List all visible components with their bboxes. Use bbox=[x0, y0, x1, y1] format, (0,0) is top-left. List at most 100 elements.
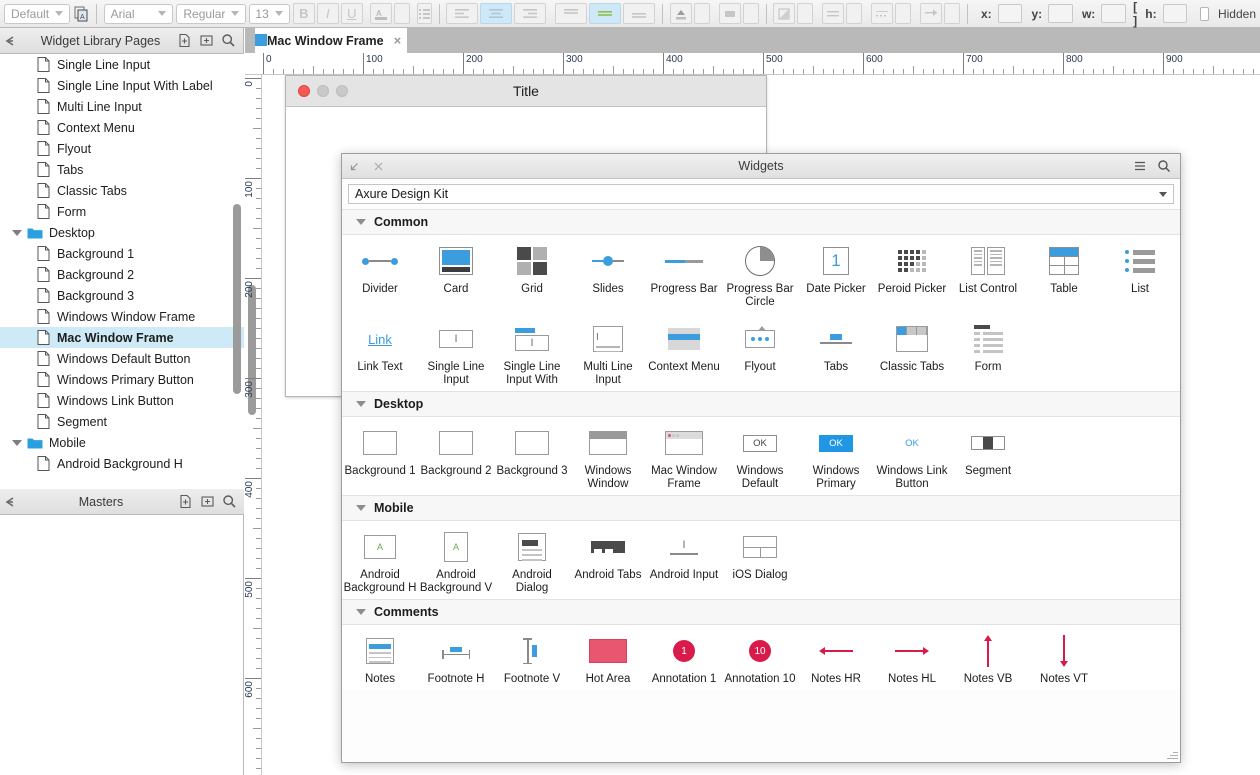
widget-item[interactable]: Footnote V bbox=[494, 633, 570, 686]
ctxmenu-icon[interactable] bbox=[646, 321, 722, 357]
align-right-button[interactable] bbox=[514, 3, 547, 24]
tree-page-row[interactable]: Windows Default Button bbox=[0, 348, 244, 369]
widget-item[interactable]: List bbox=[1102, 243, 1178, 309]
aspect-lock-icon[interactable]: [ ] bbox=[1133, 0, 1139, 28]
align-bottom-button[interactable] bbox=[623, 3, 656, 24]
widget-item[interactable]: Form bbox=[950, 321, 1026, 387]
macwin-icon[interactable] bbox=[646, 425, 722, 461]
listctrl-icon[interactable] bbox=[950, 243, 1026, 279]
widget-item[interactable]: Mac Window Frame bbox=[646, 425, 722, 491]
font-color-dropdown[interactable] bbox=[393, 3, 410, 24]
widget-item[interactable]: Progress Bar bbox=[646, 243, 722, 309]
widget-item[interactable]: Notes HL bbox=[874, 633, 950, 686]
chevron-down-icon[interactable] bbox=[12, 439, 22, 446]
pcircle-icon[interactable] bbox=[722, 243, 798, 279]
widget-item[interactable]: Divider bbox=[342, 243, 418, 309]
widget-item[interactable]: Grid bbox=[494, 243, 570, 309]
tree-page-row[interactable]: Single Line Input With Label bbox=[0, 75, 244, 96]
widget-item[interactable]: Windows Window bbox=[570, 425, 646, 491]
tree-folder-row[interactable]: Mobile bbox=[0, 432, 244, 453]
tree-page-row[interactable]: Classic Tabs bbox=[0, 180, 244, 201]
flyout-icon[interactable] bbox=[722, 321, 798, 357]
search-icon[interactable] bbox=[217, 30, 239, 52]
tree-page-row[interactable]: Windows Window Frame bbox=[0, 306, 244, 327]
add-master-folder-icon[interactable] bbox=[196, 491, 218, 513]
align-left-button[interactable] bbox=[446, 3, 479, 24]
widget-item[interactable]: Card bbox=[418, 243, 494, 309]
widget-item[interactable]: iOS Dialog bbox=[722, 529, 798, 595]
shadow-dropdown[interactable] bbox=[797, 3, 814, 24]
tree-page-row[interactable]: Background 3 bbox=[0, 285, 244, 306]
line-width-dropdown[interactable] bbox=[846, 3, 863, 24]
btnlink-icon[interactable]: OK bbox=[874, 425, 950, 461]
widget-item[interactable]: Background 1 bbox=[342, 425, 418, 491]
align-middle-button[interactable] bbox=[589, 3, 622, 24]
close-icon[interactable]: × bbox=[394, 33, 402, 48]
widget-item[interactable]: Tabs bbox=[798, 321, 874, 387]
hidden-checkbox[interactable] bbox=[1200, 6, 1209, 21]
tree-page-row[interactable]: Background 1 bbox=[0, 243, 244, 264]
widget-item[interactable]: Notes bbox=[342, 633, 418, 686]
w-input[interactable] bbox=[1101, 4, 1127, 23]
linktext-icon[interactable]: Link bbox=[342, 321, 418, 357]
chevron-down-icon[interactable] bbox=[356, 219, 366, 225]
iosdlg-icon[interactable] bbox=[722, 529, 798, 565]
widget-item[interactable]: List Control bbox=[950, 243, 1026, 309]
widget-item[interactable]: Footnote H bbox=[418, 633, 494, 686]
x-input[interactable] bbox=[997, 4, 1023, 23]
tree-page-row[interactable]: Context Menu bbox=[0, 117, 244, 138]
line-type-dropdown[interactable] bbox=[895, 3, 912, 24]
search-icon[interactable] bbox=[218, 491, 240, 513]
widget-item[interactable]: 1 Annotation 1 bbox=[646, 633, 722, 686]
border-color-icon[interactable] bbox=[718, 3, 741, 24]
tree-page-row[interactable]: Multi Line Input bbox=[0, 96, 244, 117]
widget-item[interactable]: Background 2 bbox=[418, 425, 494, 491]
collapse-panel-icon[interactable] bbox=[0, 35, 20, 47]
sli-icon[interactable]: I bbox=[418, 321, 494, 357]
widget-library-select[interactable]: Axure Design Kit bbox=[348, 184, 1174, 204]
copy-format-icon[interactable]: A bbox=[73, 3, 89, 25]
pages-tree[interactable]: Single Line Input Single Line Input With … bbox=[0, 54, 244, 489]
resize-grip[interactable] bbox=[1166, 748, 1178, 760]
collapse-panel-icon[interactable] bbox=[0, 496, 20, 508]
tabs-icon[interactable] bbox=[798, 321, 874, 357]
tree-page-row[interactable]: Tabs bbox=[0, 159, 244, 180]
tree-page-row[interactable]: Windows Link Button bbox=[0, 390, 244, 411]
add-folder-icon[interactable] bbox=[195, 30, 217, 52]
ctabs-icon[interactable] bbox=[874, 321, 950, 357]
widget-item[interactable]: A Android Background V bbox=[418, 529, 494, 595]
mli-icon[interactable]: I bbox=[570, 321, 646, 357]
sliwl-icon[interactable]: I bbox=[494, 321, 570, 357]
fnh-icon[interactable] bbox=[418, 633, 494, 669]
tab-mac-window-frame[interactable]: Mac Window Frame × bbox=[255, 28, 408, 53]
widgets-panel-titlebar[interactable]: Widgets bbox=[342, 154, 1180, 179]
segment-icon[interactable] bbox=[950, 425, 1026, 461]
pages-scrollbar[interactable] bbox=[233, 204, 241, 394]
widget-section-header[interactable]: Comments bbox=[342, 599, 1180, 625]
anddlg-icon[interactable] bbox=[494, 529, 570, 565]
grid-icon[interactable] bbox=[494, 243, 570, 279]
font-family-select[interactable]: Arial bbox=[103, 3, 174, 24]
widget-item[interactable]: I Single Line Input With bbox=[494, 321, 570, 387]
widget-item[interactable]: Context Menu bbox=[646, 321, 722, 387]
font-size-select[interactable]: 13 bbox=[249, 3, 290, 24]
table-icon[interactable] bbox=[1026, 243, 1102, 279]
divider-icon[interactable] bbox=[342, 243, 418, 279]
bold-button[interactable]: B bbox=[292, 3, 315, 24]
widget-section-header[interactable]: Common bbox=[342, 209, 1180, 235]
search-icon[interactable] bbox=[1152, 159, 1176, 173]
tree-page-row[interactable]: Segment bbox=[0, 411, 244, 432]
annot-icon[interactable]: 1 bbox=[646, 633, 722, 669]
widget-item[interactable]: OK Windows Default bbox=[722, 425, 798, 491]
widget-item[interactable]: 1 Date Picker bbox=[798, 243, 874, 309]
widget-section-header[interactable]: Mobile bbox=[342, 495, 1180, 521]
shadow-icon[interactable] bbox=[773, 3, 796, 24]
arrowleft-icon[interactable] bbox=[798, 633, 874, 669]
add-master-icon[interactable] bbox=[174, 491, 196, 513]
andbgh-icon[interactable]: A bbox=[342, 529, 418, 565]
align-center-button[interactable] bbox=[480, 3, 513, 24]
form-icon[interactable] bbox=[950, 321, 1026, 357]
date-icon[interactable]: 1 bbox=[798, 243, 874, 279]
slides-icon[interactable] bbox=[570, 243, 646, 279]
annot-icon[interactable]: 10 bbox=[722, 633, 798, 669]
